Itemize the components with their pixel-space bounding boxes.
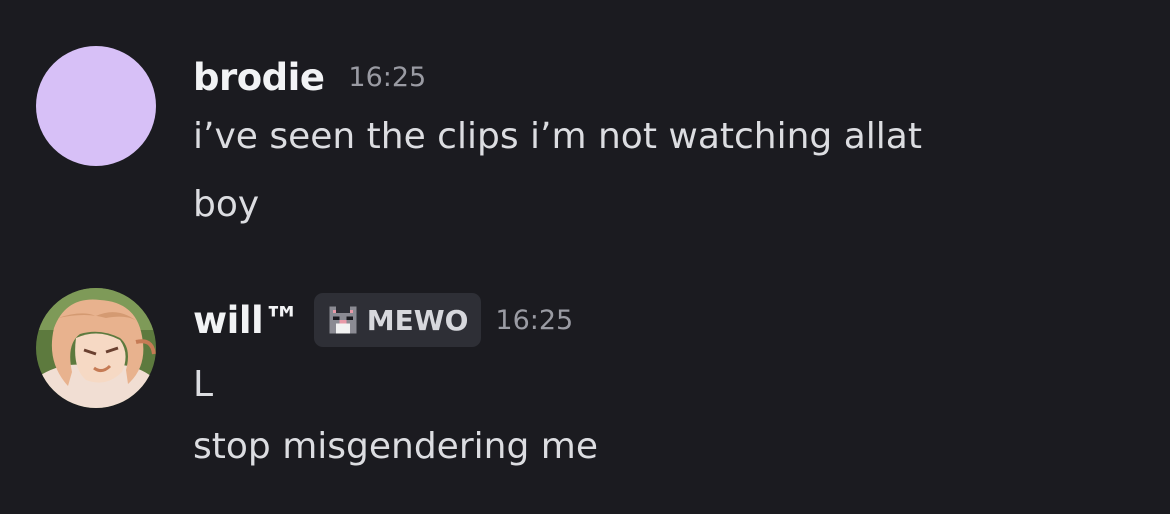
timestamp[interactable]: 16:25 — [348, 62, 426, 93]
chat-message: will™ MEWO 16:25 L stop misgendering me — [0, 250, 1170, 514]
guild-tag-badge[interactable]: MEWO — [313, 293, 482, 347]
avatar[interactable] — [36, 288, 156, 408]
avatar-image — [36, 46, 156, 166]
timestamp[interactable]: 16:25 — [495, 305, 573, 336]
username[interactable]: brodie — [193, 56, 325, 99]
message-text: L — [193, 364, 214, 405]
message-header: brodie 16:25 — [193, 52, 426, 102]
avatar[interactable] — [36, 46, 156, 166]
message-text: i’ve seen the clips i’m not watching all… — [193, 116, 922, 157]
username[interactable]: will™ — [193, 299, 300, 342]
avatar-image — [36, 288, 156, 408]
message-text: boy — [193, 184, 260, 225]
guild-tag-label: MEWO — [366, 303, 469, 337]
pixel-cat-icon — [329, 306, 357, 334]
chat-message: brodie 16:25 i’ve seen the clips i’m not… — [0, 0, 1170, 250]
message-text: stop misgendering me — [193, 426, 598, 467]
message-header: will™ MEWO 16:25 — [193, 290, 573, 350]
